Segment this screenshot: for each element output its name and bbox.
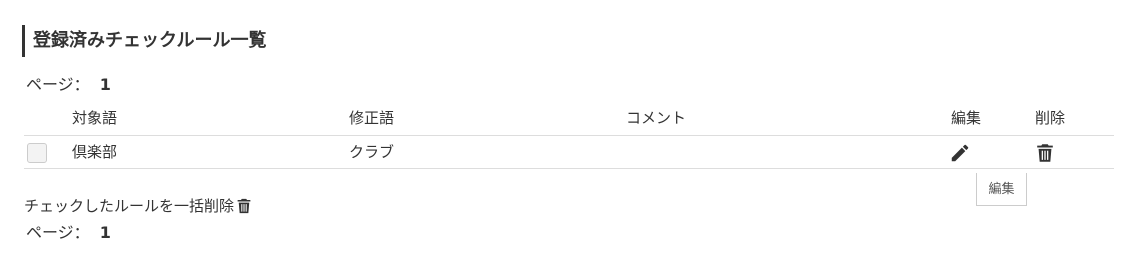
bulk-delete-button[interactable]: チェックしたルールを一括削除 [24,194,253,218]
column-header-delete: 削除 [1035,109,1066,127]
edit-tooltip: 編集 [976,173,1027,206]
rules-page: 登録済みチェックルール一覧 ページ： 1 対象語 修正語 コメント 編集 削除 倶… [0,0,1126,267]
delete-button[interactable] [1034,142,1056,164]
bulk-delete-label: チェックしたルールを一括削除 [24,197,235,215]
column-header-edit: 編集 [951,109,982,127]
column-header-target: 対象語 [72,109,118,127]
edit-button[interactable] [949,142,971,164]
rules-table: 対象語 修正語 コメント 編集 削除 倶楽部 クラブ [24,102,1114,169]
trash-icon [1037,144,1053,162]
row-fix-word: クラブ [349,143,395,161]
row-target-word: 倶楽部 [72,143,118,161]
pager-label: ページ： [26,75,90,94]
pager-top: ページ： 1 [26,74,111,96]
column-header-comment: コメント [626,109,687,127]
pager-bottom: ページ： 1 [26,222,111,244]
trash-icon [235,196,253,216]
pager-page-number[interactable]: 1 [100,75,111,94]
page-title: 登録済みチェックルール一覧 [22,25,266,57]
pager-page-number[interactable]: 1 [100,223,111,242]
table-header: 対象語 修正語 コメント 編集 削除 [24,102,1114,136]
pager-label: ページ： [26,223,90,242]
pencil-icon [951,144,969,162]
table-row: 倶楽部 クラブ [24,136,1114,169]
column-header-fix: 修正語 [349,109,395,127]
row-checkbox[interactable] [27,143,47,163]
